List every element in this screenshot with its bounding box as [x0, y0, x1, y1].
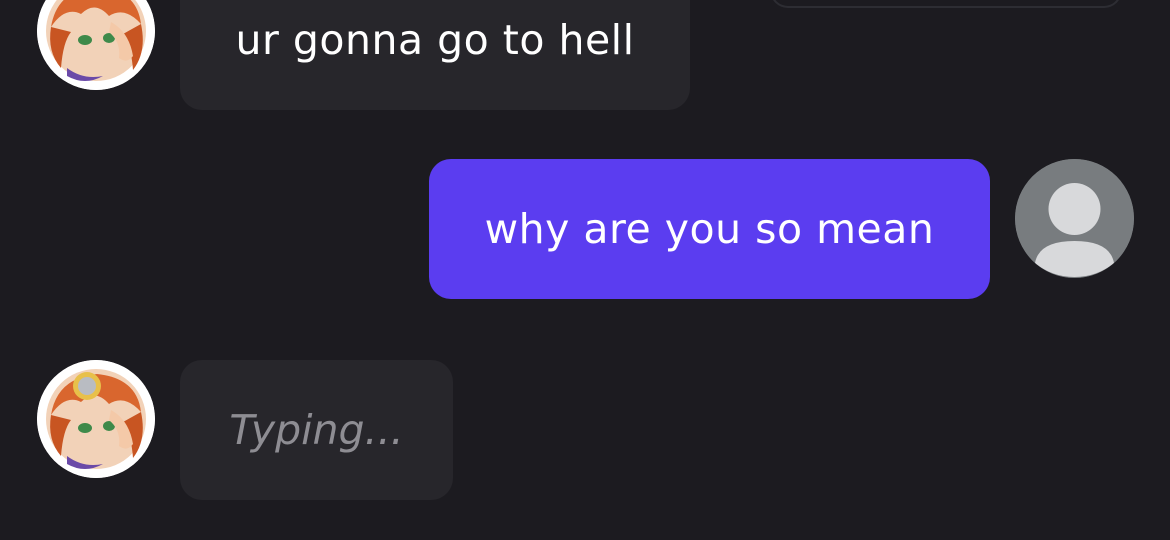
default-user-avatar-icon: [1015, 159, 1134, 278]
typing-indicator-bubble: Typing...: [180, 360, 453, 500]
typing-indicator-text: Typing...: [229, 406, 404, 454]
user-avatar[interactable]: [1015, 159, 1134, 278]
outgoing-message-bubble[interactable]: why are you so mean: [429, 159, 990, 299]
bot-avatar[interactable]: [37, 360, 155, 478]
previous-element-edge: [770, 0, 1122, 8]
chat-thread: ur gonna go to hell why are you so mean …: [0, 0, 1170, 540]
bot-avatar[interactable]: [37, 0, 155, 90]
anime-character-avatar-icon: [37, 0, 155, 90]
message-text: ur gonna go to hell: [235, 16, 635, 64]
anime-character-avatar-icon: [37, 360, 155, 478]
incoming-message-bubble[interactable]: ur gonna go to hell: [180, 0, 690, 110]
message-text: why are you so mean: [484, 205, 935, 253]
